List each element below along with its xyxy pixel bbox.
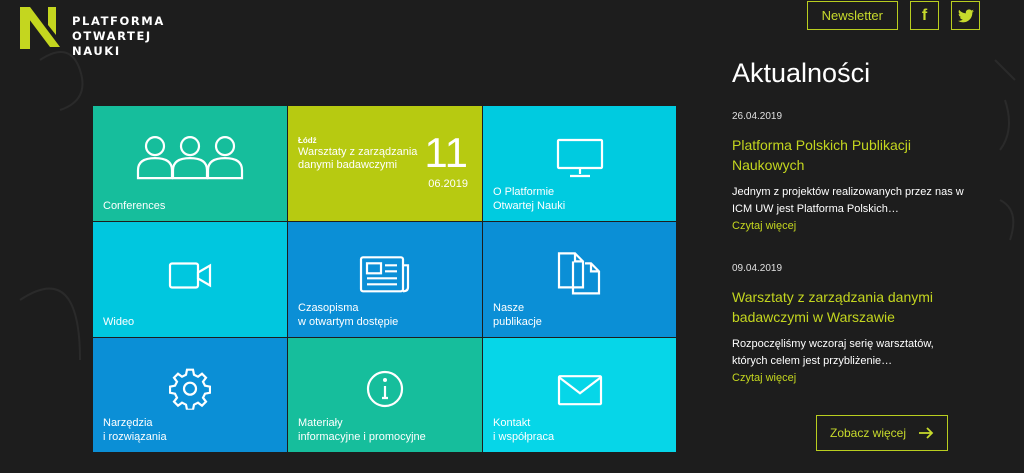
- tile-grid: Conferences Łódź Warsztaty z zarządzania…: [93, 106, 676, 452]
- news-excerpt: Jednym z projektów realizowanych przez n…: [732, 186, 964, 215]
- read-more-link[interactable]: Czytaj więcej: [732, 218, 972, 235]
- monitor-icon: [556, 138, 603, 177]
- documents-icon: [557, 251, 600, 294]
- tile-about[interactable]: O Platformie Otwartej Nauki: [483, 106, 676, 221]
- tile-about-label: O Platformie Otwartej Nauki: [493, 186, 566, 212]
- event-city: Łódź: [298, 136, 317, 145]
- facebook-button[interactable]: f: [910, 1, 939, 30]
- news-item: 09.04.2019 Warsztaty z zarządzania danym…: [732, 263, 972, 387]
- site-logo[interactable]: PLATFORMA OTWARTEJ NAUKI: [18, 5, 165, 59]
- gear-icon: [169, 368, 211, 410]
- tile-contact[interactable]: Kontakt i współpraca: [483, 338, 676, 452]
- tile-journals-label: Czasopisma w otwartym dostępie: [298, 302, 399, 328]
- tile-contact-label: Kontakt i współpraca: [493, 417, 555, 443]
- twitter-button[interactable]: [951, 1, 980, 30]
- read-more-link[interactable]: Czytaj więcej: [732, 370, 972, 387]
- event-month-year: 06.2019: [428, 178, 468, 190]
- event-day: 11: [424, 129, 468, 176]
- logo-text: PLATFORMA OTWARTEJ NAUKI: [72, 14, 165, 59]
- news-date: 09.04.2019: [732, 263, 783, 274]
- news-title-link[interactable]: Warsztaty z zarządzania danymi badawczym…: [732, 287, 972, 327]
- tile-conferences-label: Conferences: [103, 200, 166, 212]
- newspaper-icon: [359, 255, 410, 292]
- news-title-link[interactable]: Platforma Polskich Publikacji Naukowych: [732, 135, 972, 175]
- envelope-icon: [557, 375, 602, 406]
- event-title: Warsztaty z zarządzania danymi badawczym…: [298, 146, 418, 171]
- tile-publications-label: Nasze publikacje: [493, 302, 542, 328]
- tile-materials[interactable]: Materiały informacyjne i promocyjne: [288, 338, 482, 452]
- news-date: 26.04.2019: [732, 111, 783, 122]
- news-item: 26.04.2019 Platforma Polskich Publikacji…: [732, 111, 972, 235]
- video-camera-icon: [168, 261, 212, 289]
- tile-materials-label: Materiały informacyjne i promocyjne: [298, 417, 426, 443]
- arrow-right-icon: [919, 427, 934, 439]
- see-more-button[interactable]: Zobacz więcej: [816, 415, 948, 451]
- logo-line-1: PLATFORMA: [72, 14, 165, 28]
- header-actions: Newsletter f: [806, 1, 980, 30]
- tile-event[interactable]: Łódź Warsztaty z zarządzania danymi bada…: [288, 106, 482, 221]
- logo-line-3: NAUKI: [72, 44, 121, 58]
- people-icon: [136, 135, 244, 179]
- tile-tools[interactable]: Narzędzia i rozwiązania: [93, 338, 287, 452]
- newsletter-button[interactable]: Newsletter: [806, 1, 898, 30]
- facebook-icon: f: [921, 6, 928, 24]
- info-icon: [366, 370, 404, 408]
- see-more-label: Zobacz więcej: [829, 426, 907, 440]
- twitter-icon: [957, 8, 974, 22]
- tile-video-label: Wideo: [103, 316, 135, 328]
- tile-conferences[interactable]: Conferences: [93, 106, 287, 221]
- news-heading: Aktualności: [732, 58, 871, 88]
- logo-line-2: OTWARTEJ: [72, 29, 152, 43]
- tile-video[interactable]: Wideo: [93, 222, 287, 337]
- news-section: Aktualności 26.04.2019 Platforma Polskic…: [732, 58, 972, 415]
- news-excerpt: Rozpoczęliśmy wczoraj serię warsztatów, …: [732, 338, 934, 367]
- logo-mark-icon: [20, 7, 60, 49]
- tile-journals[interactable]: Czasopisma w otwartym dostępie: [288, 222, 482, 337]
- tile-tools-label: Narzędzia i rozwiązania: [103, 417, 167, 443]
- tile-publications[interactable]: Nasze publikacje: [483, 222, 676, 337]
